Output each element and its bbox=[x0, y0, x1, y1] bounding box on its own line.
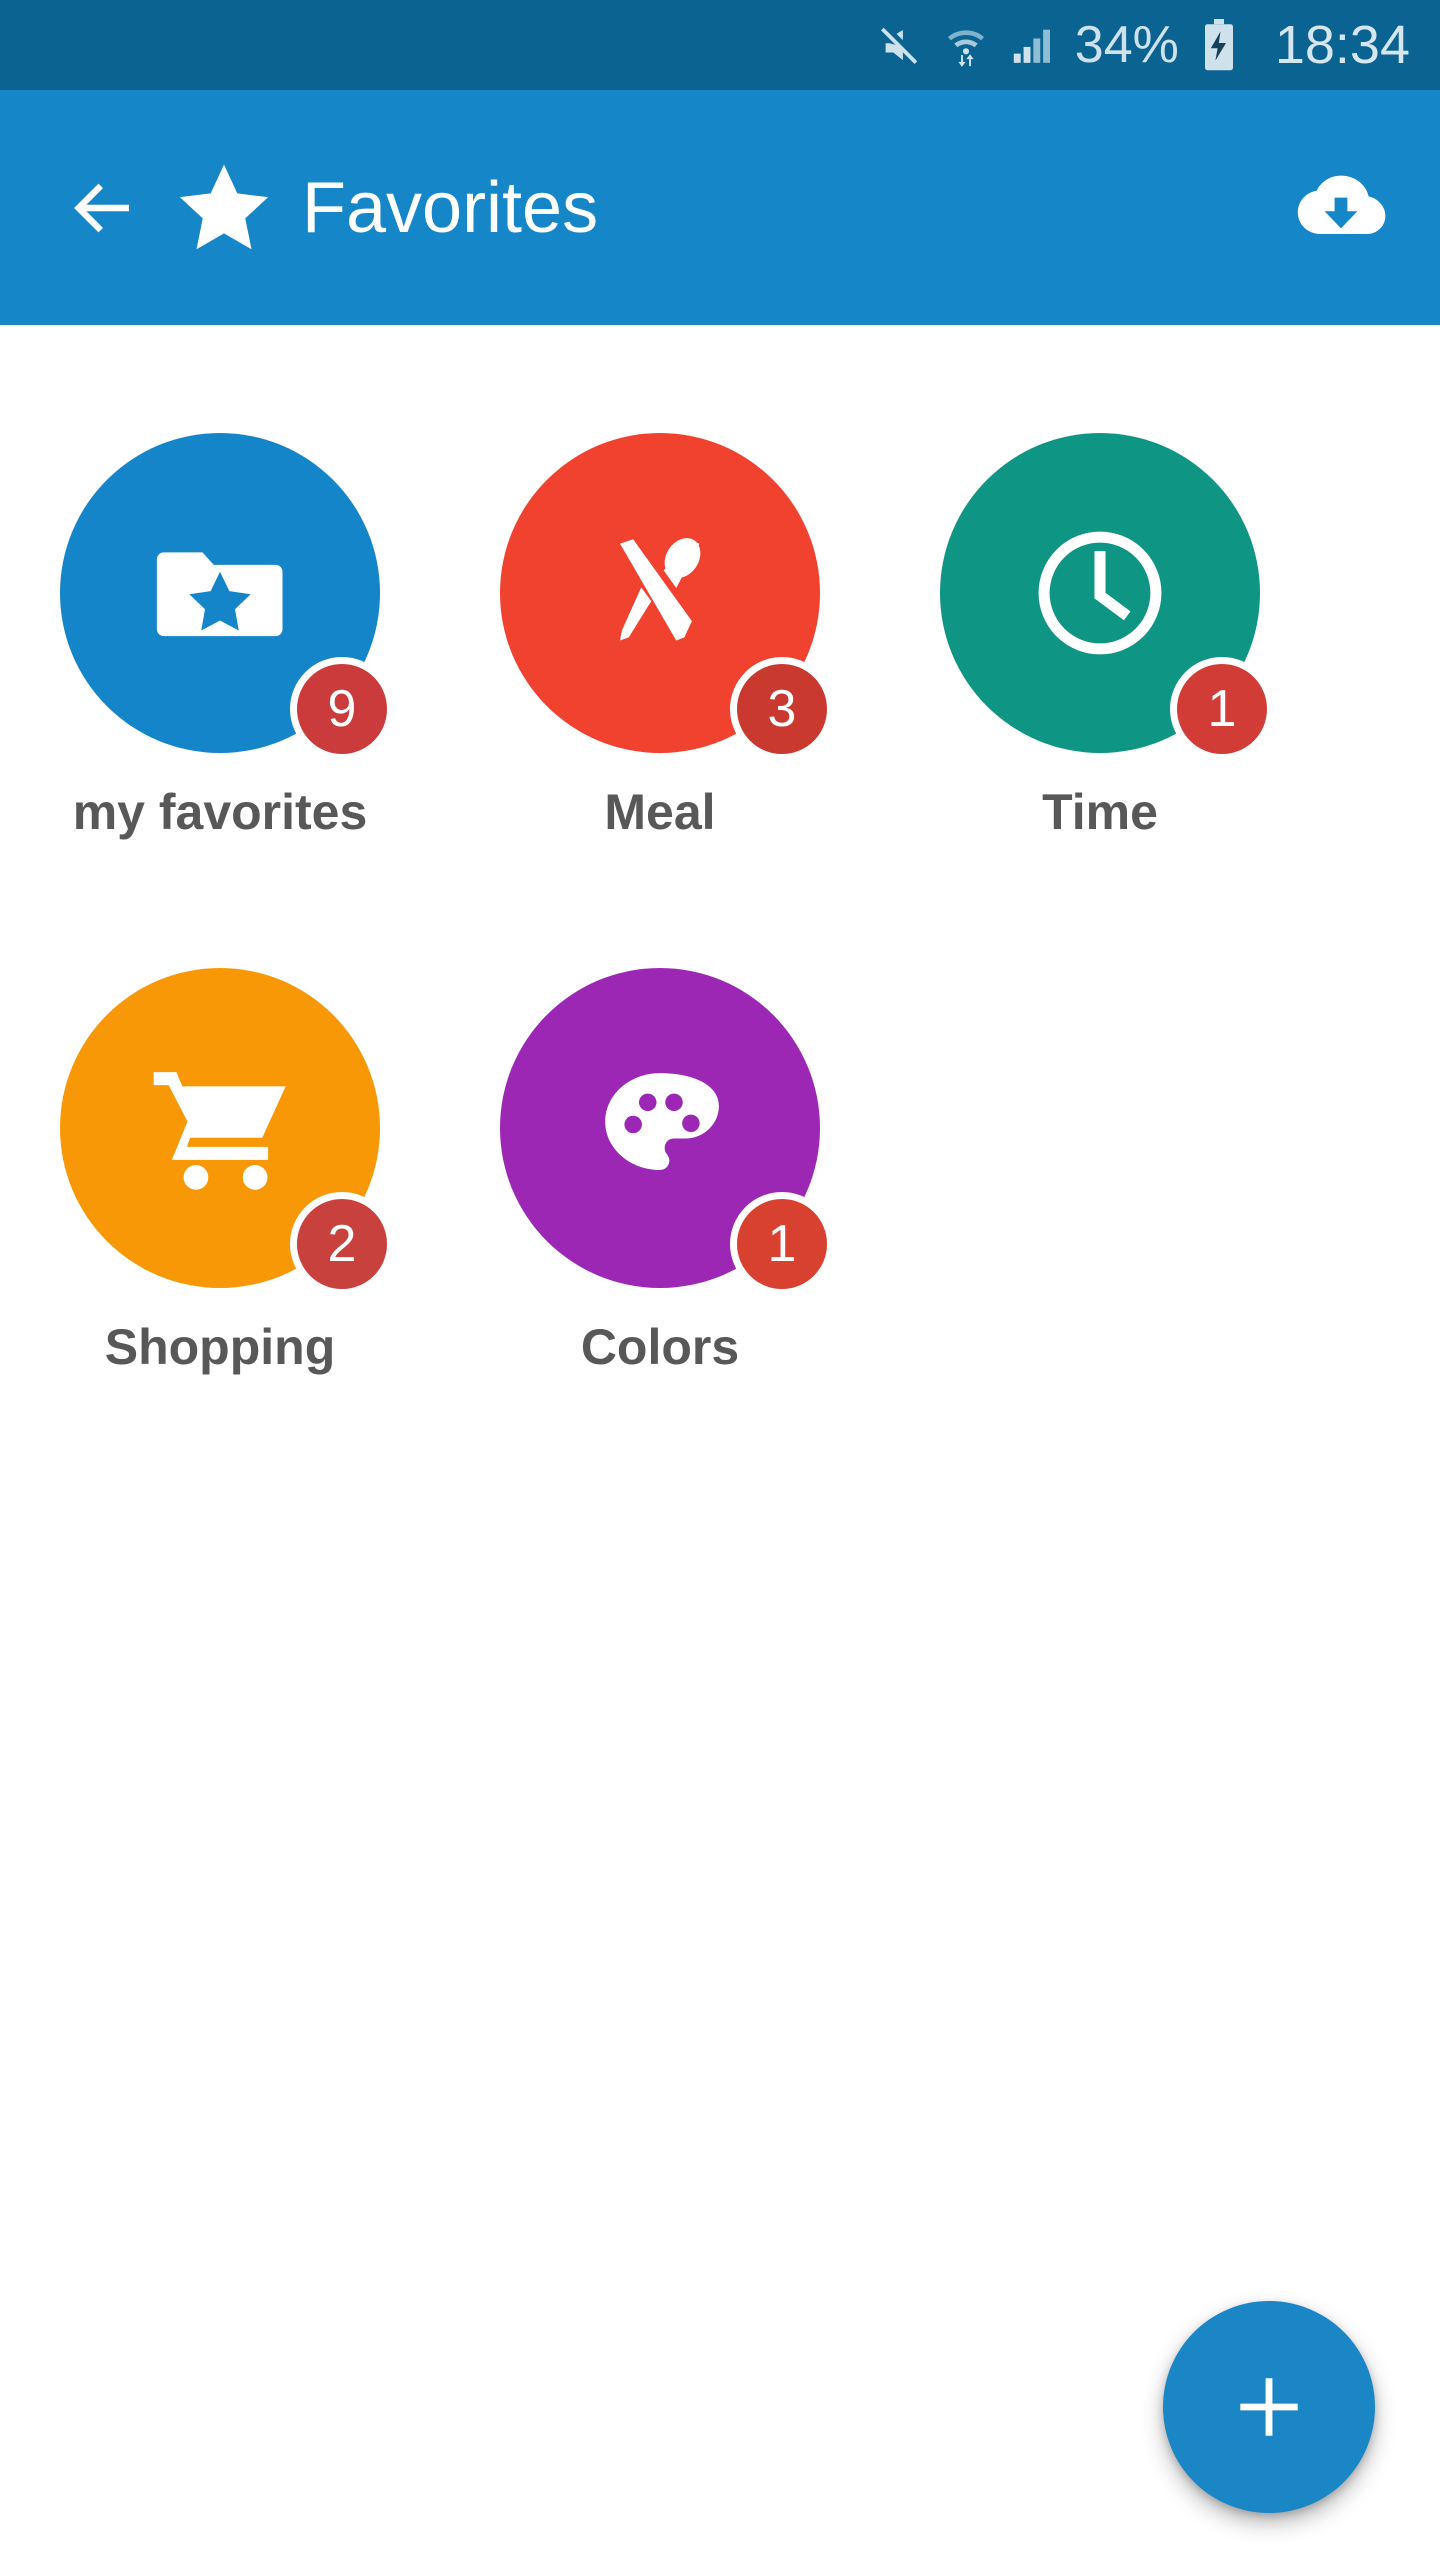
tile-icon-wrap: 1 bbox=[500, 968, 834, 1296]
category-tile-meal[interactable]: 3 Meal bbox=[440, 409, 880, 944]
cloud-download-icon bbox=[1297, 175, 1386, 234]
back-button[interactable] bbox=[58, 163, 148, 253]
battery-percent-label: 34% bbox=[1074, 16, 1179, 74]
badge-count: 9 bbox=[290, 657, 394, 761]
battery-charging-icon bbox=[1204, 19, 1233, 71]
category-tile-shopping[interactable]: 2 Shopping bbox=[0, 944, 440, 1479]
tile-label: Time bbox=[1042, 784, 1158, 840]
signal-icon bbox=[1013, 29, 1050, 63]
mute-icon bbox=[880, 27, 918, 64]
page-title: Favorites bbox=[302, 167, 599, 248]
clock-label: 18:34 bbox=[1274, 15, 1410, 75]
shopping-cart-icon bbox=[153, 1072, 286, 1190]
tile-label: my favorites bbox=[72, 784, 368, 840]
tile-icon-wrap: 2 bbox=[60, 968, 394, 1296]
status-bar: 34% 18:34 bbox=[0, 0, 1440, 90]
app-bar: Favorites bbox=[0, 90, 1440, 325]
badge-count: 2 bbox=[290, 1192, 394, 1296]
tile-icon-wrap: 3 bbox=[500, 433, 834, 761]
palette-icon bbox=[605, 1073, 719, 1170]
star-icon bbox=[179, 164, 269, 249]
tile-label: Meal bbox=[604, 784, 716, 840]
category-tile-my-favorites[interactable]: 9 my favorites bbox=[0, 409, 440, 944]
app-screen: 34% 18:34 Favorites 9 my favorites 3 Mea… bbox=[0, 0, 1440, 2560]
content-area: 9 my favorites 3 Meal 1 Time 2 Shopping … bbox=[0, 325, 1440, 2560]
arrow-left-icon bbox=[74, 183, 129, 232]
category-tile-time[interactable]: 1 Time bbox=[880, 409, 1320, 944]
category-tile-colors[interactable]: 1 Colors bbox=[440, 944, 880, 1479]
plus-icon bbox=[1240, 2378, 1298, 2436]
tile-label: Shopping bbox=[104, 1319, 336, 1375]
badge-count: 3 bbox=[730, 657, 834, 761]
tile-label: Colors bbox=[580, 1319, 740, 1375]
tile-icon-wrap: 9 bbox=[60, 433, 394, 761]
badge-count: 1 bbox=[730, 1192, 834, 1296]
add-fab-button[interactable] bbox=[1163, 2301, 1375, 2513]
clock-icon bbox=[1038, 531, 1162, 655]
folder-star-icon bbox=[156, 552, 283, 637]
wifi-transfer-icon bbox=[947, 30, 984, 67]
tile-icon-wrap: 1 bbox=[940, 433, 1274, 761]
status-bar-icons: 34% 18:34 bbox=[877, 18, 1410, 72]
cloud-download-button[interactable] bbox=[1286, 153, 1396, 263]
category-grid: 9 my favorites 3 Meal 1 Time 2 Shopping … bbox=[0, 409, 1440, 1479]
cutlery-icon bbox=[620, 538, 701, 641]
badge-count: 1 bbox=[1170, 657, 1274, 761]
